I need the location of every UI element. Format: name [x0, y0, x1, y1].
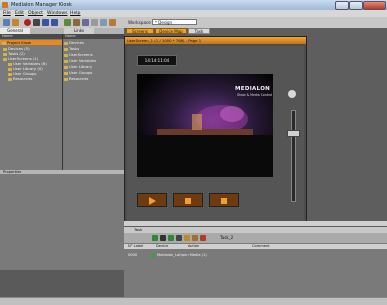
workspace-area: Screens Device Map Task UserScreen_1 (1 … [124, 28, 387, 226]
horizontal-scrollbar[interactable] [124, 221, 387, 226]
folder-icon [64, 71, 68, 75]
run-icon[interactable] [152, 235, 158, 241]
tab-screens[interactable]: Screens [126, 28, 154, 34]
edit-icon[interactable] [184, 235, 190, 241]
new-icon[interactable] [3, 19, 10, 26]
folder-icon [64, 59, 68, 63]
column-divider [62, 34, 63, 170]
list-item[interactable]: User Groups [64, 70, 92, 75]
play-icon[interactable] [42, 19, 49, 26]
properties-panel [0, 174, 124, 270]
list-item[interactable]: User Variables [64, 58, 96, 63]
record-icon[interactable] [24, 19, 31, 26]
tree-item-project[interactable]: Project Kiosk [0, 40, 62, 45]
column-header-name-2: Name [62, 34, 124, 39]
workspace-label: Workspace [128, 20, 151, 25]
list-item[interactable]: Tasks [64, 46, 79, 51]
volume-slider-thumb[interactable] [287, 130, 300, 137]
logo-text: MEDIALON [235, 86, 271, 92]
folder-icon [64, 53, 68, 57]
column-header-name: Name [0, 34, 62, 39]
edit-icon[interactable] [73, 19, 80, 26]
col-device: Device [156, 244, 169, 248]
folder-icon [2, 41, 6, 45]
table-row[interactable]: 0000 Medialon_Lo Open Media (1) [124, 253, 387, 258]
play-icon [149, 197, 156, 205]
play-icon[interactable] [168, 235, 174, 241]
app-icon [2, 2, 8, 8]
list-item[interactable]: UserScreens [64, 52, 93, 57]
workspace-select[interactable]: * Design [152, 19, 197, 25]
timecode-display: 14:14:11:04 [137, 55, 177, 66]
folder-icon [64, 47, 68, 51]
list-item[interactable]: Devices [64, 40, 84, 45]
stop-button[interactable] [173, 193, 203, 207]
list-item[interactable]: User Library [64, 64, 92, 69]
maximize-button[interactable] [349, 1, 363, 10]
stop-icon [185, 198, 191, 204]
userscreen-title: UserScreen_1 (1 / 1000 * 768) - Page 1 [125, 37, 306, 44]
folder-icon [64, 41, 68, 45]
settings-icon[interactable] [109, 19, 116, 26]
row-device: Medialon_Lo [157, 253, 180, 257]
userscreen-window: UserScreen_1 (1 / 1000 * 768) - Page 1 1… [124, 36, 307, 224]
task-toolbar: Task_2 [124, 233, 387, 243]
view-icon[interactable] [100, 19, 107, 26]
menu-help[interactable]: Help [70, 11, 80, 16]
window-title: Medialon Manager Kiosk [11, 2, 72, 8]
task-name: Task_2 [220, 235, 234, 240]
video-preview: MEDIALON Show & Media Control [137, 74, 273, 177]
menu-edit[interactable]: Edit [15, 11, 24, 16]
pause-icon[interactable] [160, 235, 166, 241]
tab-device-map[interactable]: Device Map [155, 28, 187, 34]
row-number: 0000 [128, 253, 138, 257]
pause-button[interactable] [209, 193, 239, 207]
tab-task[interactable]: Task [188, 28, 210, 34]
open-icon[interactable] [12, 19, 19, 26]
align-icon[interactable] [91, 19, 98, 26]
device-icon [151, 253, 155, 258]
stop-icon[interactable] [33, 19, 40, 26]
folder-icon [64, 77, 68, 81]
col-label: N° Label [128, 244, 144, 248]
tool-icon[interactable] [82, 19, 89, 26]
minimize-button[interactable] [335, 1, 349, 10]
folder-icon [3, 57, 7, 61]
tree-item-resources[interactable]: Resources [8, 76, 32, 81]
stop-square-icon [221, 198, 227, 204]
menu-file[interactable]: File [3, 11, 11, 16]
task-column-headers: N° Label Device Action Comment [124, 244, 387, 249]
list-item[interactable]: Resources [64, 76, 88, 81]
menu-windows[interactable]: Windows [47, 11, 68, 16]
logo-subtitle: Show & Media Control [237, 93, 273, 97]
close-button[interactable] [363, 1, 386, 10]
grid-icon[interactable] [64, 19, 71, 26]
col-action: Action [188, 244, 200, 248]
stop-icon[interactable] [176, 235, 182, 241]
row-action: Open Media (1) [179, 253, 207, 257]
play-button[interactable] [137, 193, 167, 207]
folder-icon [8, 77, 12, 81]
project-panel: General Links Name Name Project Kiosk De… [0, 28, 124, 170]
userscreen-canvas: 14:14:11:04 MEDIALON Show & Media Contro… [127, 46, 304, 222]
task-panel: Task_2 N° Label Device Action Comment 00… [124, 233, 387, 297]
volume-icon [288, 90, 296, 98]
col-comment: Comment [252, 244, 270, 248]
next-icon[interactable] [51, 19, 58, 26]
menu-object[interactable]: Object [28, 11, 43, 16]
tool-icon[interactable] [192, 235, 198, 241]
volume-slider-track[interactable] [291, 110, 296, 202]
delete-icon[interactable] [200, 235, 206, 241]
folder-icon [64, 65, 68, 69]
